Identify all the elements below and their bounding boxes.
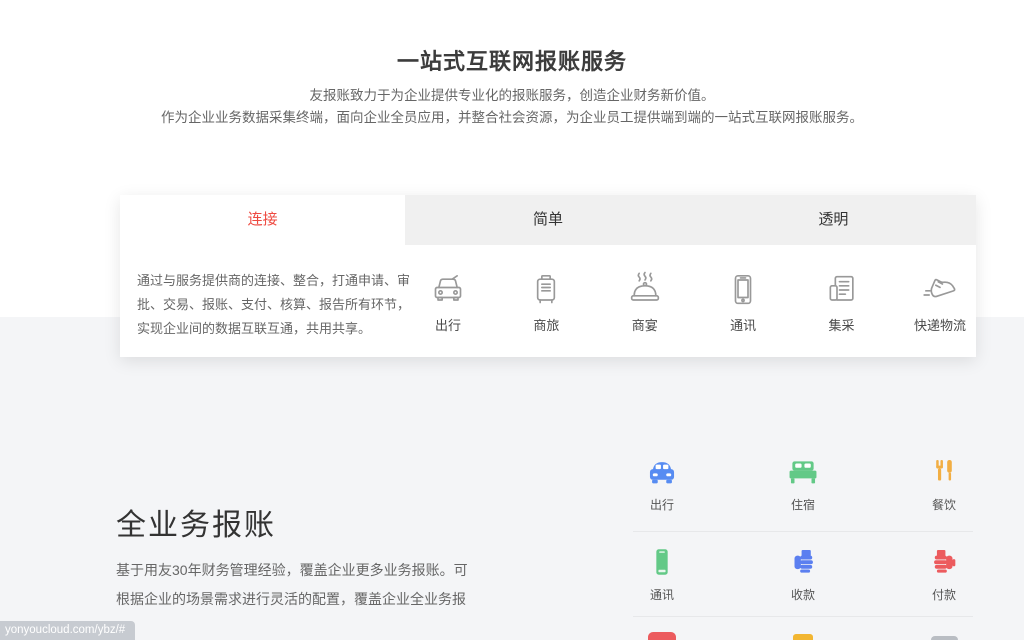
service-label: 出行 (435, 315, 461, 334)
section-title: 全业务报账 (116, 500, 276, 544)
grid-item-label: 住宿 (791, 496, 815, 513)
service-icons-row: 出行 商旅 (420, 245, 968, 357)
tab-bar: 连接 简单 透明 (120, 195, 976, 245)
grid-item-pay: 付款 (915, 532, 973, 616)
grid-row-partial (633, 617, 973, 640)
newspaper-icon (822, 270, 862, 310)
suitcase-icon (526, 270, 566, 310)
partial-icon (793, 634, 813, 640)
bed-icon (786, 455, 820, 489)
partial-icon (648, 632, 676, 640)
grid-item-label: 餐饮 (932, 496, 956, 513)
hero-subtitle-line2: 作为企业业务数据采集终端，面向企业全员应用，并整合社会资源，为企业员工提供端到端… (0, 106, 1024, 126)
service-procurement: 集采 (814, 245, 870, 357)
grid-item-label: 收款 (791, 586, 815, 603)
partial-icon (931, 636, 958, 640)
feature-card: 连接 简单 透明 通过与服务提供商的连接、整合，打通申请、审批、交易、报账、支付… (120, 195, 976, 357)
grid-item-label: 付款 (932, 586, 956, 603)
service-label: 商旅 (533, 315, 559, 334)
service-banquet: 商宴 (617, 245, 673, 357)
grid-item-label: 通讯 (650, 586, 674, 603)
grid-item-hotel: 住宿 (774, 443, 832, 531)
page: 一站式互联网报账服务 友报账致力于为企业提供专业化的报账服务，创造企业财务新价值… (0, 0, 1024, 640)
service-logistics: 快递物流 (912, 245, 968, 357)
service-business-trip: 商旅 (518, 245, 574, 357)
service-label: 集采 (829, 315, 855, 334)
service-label: 商宴 (632, 315, 658, 334)
grid-item-travel: 出行 (633, 443, 691, 531)
page-title: 一站式互联网报账服务 (0, 44, 1024, 76)
service-label: 快递物流 (914, 315, 966, 334)
tab-connect[interactable]: 连接 (120, 195, 405, 245)
hero-subtitle-line1: 友报账致力于为企业提供专业化的报账服务，创造企业财务新价值。 (0, 84, 1024, 104)
cutlery-icon (927, 455, 961, 489)
tab-simple[interactable]: 简单 (405, 195, 690, 245)
status-bar-url: yonyoucloud.com/ybz/# (0, 621, 135, 640)
car-icon (645, 455, 679, 489)
pay-money-icon (927, 545, 961, 579)
phone-icon (723, 270, 763, 310)
tab-transparent[interactable]: 透明 (691, 195, 976, 245)
food-dome-icon (625, 270, 665, 310)
mobile-icon (645, 545, 679, 579)
grid-row: 通讯 收款 (633, 532, 973, 617)
tab-description: 通过与服务提供商的连接、整合，打通申请、审批、交易、报账、支付、核算、报告所有环… (137, 269, 417, 341)
business-icon-grid: 出行 住宿 (633, 443, 973, 640)
grid-item-receive: 收款 (774, 532, 832, 616)
service-telecom: 通讯 (715, 245, 771, 357)
taxi-icon (428, 270, 468, 310)
grid-item-telecom: 通讯 (633, 532, 691, 616)
grid-item-partial (915, 617, 973, 640)
tab-panel-connect: 通过与服务提供商的连接、整合，打通申请、审批、交易、报账、支付、核算、报告所有环… (120, 245, 976, 357)
grid-item-partial (633, 617, 691, 640)
grid-item-dining: 餐饮 (915, 443, 973, 531)
grid-item-label: 出行 (650, 496, 674, 513)
receive-money-icon (786, 545, 820, 579)
grid-item-partial (774, 617, 832, 640)
section-description: 基于用友30年财务管理经验，覆盖企业更多业务报账。可根据企业的场景需求进行灵活的… (116, 556, 476, 640)
service-travel: 出行 (420, 245, 476, 357)
service-label: 通讯 (730, 315, 756, 334)
delivery-shoe-icon (920, 270, 960, 310)
grid-row: 出行 住宿 (633, 443, 973, 532)
